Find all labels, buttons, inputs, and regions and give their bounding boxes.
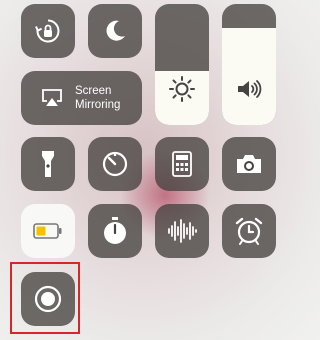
orientation-lock-button[interactable]: [21, 4, 75, 58]
rotation-lock-icon: [34, 17, 62, 45]
sun-icon: [168, 75, 196, 108]
volume-slider[interactable]: [222, 4, 276, 125]
waveform-icon: [166, 217, 198, 245]
highlight-box: [10, 262, 80, 334]
airplay-icon: [41, 88, 63, 113]
timer-icon: [101, 150, 129, 178]
calculator-icon: [171, 150, 193, 178]
moon-icon: [102, 18, 128, 44]
stopwatch-icon: [101, 216, 129, 246]
flashlight-button[interactable]: [21, 137, 75, 191]
stopwatch-button[interactable]: [88, 204, 142, 258]
battery-icon: [33, 223, 63, 239]
timer-button[interactable]: [88, 137, 142, 191]
screen-mirroring-label-line1: Screen: [75, 85, 112, 97]
low-power-mode-button[interactable]: [21, 204, 75, 258]
alarm-clock-icon: [234, 216, 264, 246]
alarm-button[interactable]: [222, 204, 276, 258]
screen-mirroring-button[interactable]: Screen Mirroring: [21, 71, 142, 125]
do-not-disturb-button[interactable]: [88, 4, 142, 58]
speaker-icon: [235, 75, 263, 108]
camera-button[interactable]: [222, 137, 276, 191]
brightness-slider[interactable]: [155, 4, 209, 125]
screen-mirroring-label: Screen Mirroring: [75, 84, 120, 112]
calculator-button[interactable]: [155, 137, 209, 191]
screen-mirroring-label-line2: Mirroring: [75, 99, 121, 111]
flashlight-icon: [36, 149, 60, 179]
voice-memos-button[interactable]: [155, 204, 209, 258]
camera-icon: [234, 152, 264, 176]
